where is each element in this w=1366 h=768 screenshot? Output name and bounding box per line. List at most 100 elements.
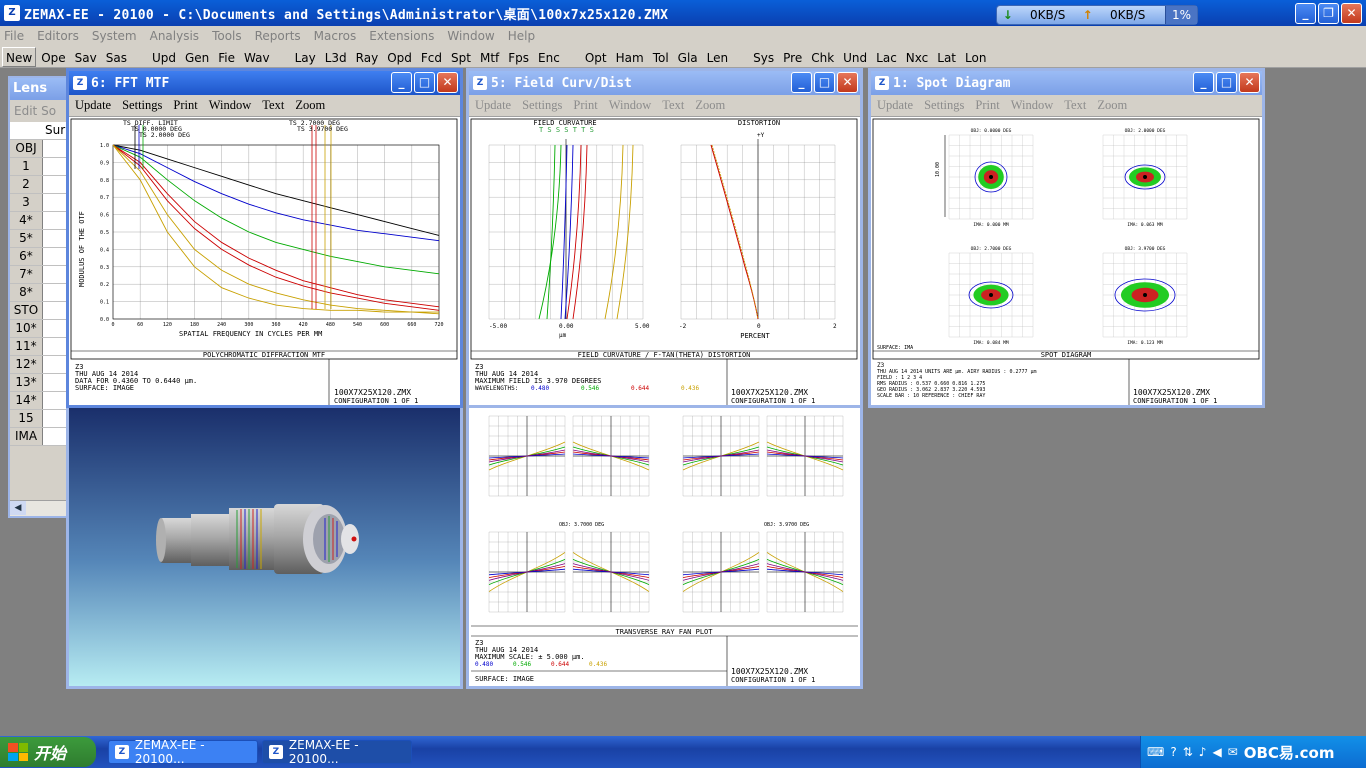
toolbar-tol-button[interactable]: Tol xyxy=(649,47,673,67)
maximize-icon[interactable]: □ xyxy=(814,72,835,93)
toolbar-mtf-button[interactable]: Mtf xyxy=(476,47,503,67)
close-icon[interactable]: ✕ xyxy=(1341,3,1362,24)
network-icon[interactable]: ⇅ xyxy=(1183,745,1193,759)
toolbar-sav-button[interactable]: Sav xyxy=(71,47,101,67)
mtf-window-title-bar[interactable]: Z 6: FFT MTF _ □ ✕ xyxy=(69,71,460,95)
toolbar-lon-button[interactable]: Lon xyxy=(961,47,990,67)
mtf-menu-window[interactable]: Window xyxy=(209,98,252,113)
table-row[interactable]: 15 xyxy=(10,410,68,428)
field-menu-zoom[interactable]: Zoom xyxy=(695,98,725,113)
menu-tools[interactable]: Tools xyxy=(212,29,242,43)
table-row[interactable]: 3 xyxy=(10,194,68,212)
table-row[interactable]: 4* xyxy=(10,212,68,230)
menu-file[interactable]: File xyxy=(4,29,24,43)
spot-menu-update[interactable]: Update xyxy=(877,98,913,113)
maximize-icon[interactable]: □ xyxy=(414,72,435,93)
toolbar-new-button[interactable]: New xyxy=(2,46,37,67)
table-row[interactable]: 14* xyxy=(10,392,68,410)
toolbar-wav-button[interactable]: Wav xyxy=(240,47,274,67)
toolbar-lat-button[interactable]: Lat xyxy=(933,47,960,67)
mtf-window[interactable]: Z 6: FFT MTF _ □ ✕ Update Settings Print Wi… xyxy=(66,68,463,408)
field-menu-window[interactable]: Window xyxy=(609,98,652,113)
mtf-menu-update[interactable]: Update xyxy=(75,98,111,113)
table-row[interactable]: 5* xyxy=(10,230,68,248)
toolbar-l3d-button[interactable]: L3d xyxy=(321,47,351,67)
field-menu-settings[interactable]: Settings xyxy=(522,98,562,113)
toolbar-lac-button[interactable]: Lac xyxy=(872,47,901,67)
mtf-menu-zoom[interactable]: Zoom xyxy=(295,98,325,113)
scroll-left-icon[interactable]: ◀ xyxy=(10,501,26,515)
toolbar-fcd-button[interactable]: Fcd xyxy=(417,47,446,67)
network-monitor[interactable]: ↓ 0KB/S ↑ 0KB/S 1% xyxy=(996,5,1198,25)
toolbar-len-button[interactable]: Len xyxy=(703,47,732,67)
toolbar-sas-button[interactable]: Sas xyxy=(102,47,131,67)
toolbar-chk-button[interactable]: Chk xyxy=(807,47,838,67)
ray-fan-window[interactable]: OBJ: 3.7000 DEG OBJ: 3.9700 DEG TRANSVER… xyxy=(466,408,863,689)
toolbar-pre-button[interactable]: Pre xyxy=(779,47,806,67)
minimize-icon[interactable]: _ xyxy=(391,72,412,93)
table-row[interactable]: 12* xyxy=(10,356,68,374)
field-menu-text[interactable]: Text xyxy=(662,98,684,113)
minimize-icon[interactable]: _ xyxy=(1193,72,1214,93)
toolbar-gen-button[interactable]: Gen xyxy=(181,47,213,67)
toolbar-spt-button[interactable]: Spt xyxy=(447,47,475,67)
mail-icon[interactable]: ✉ xyxy=(1228,745,1238,759)
table-row[interactable]: STO xyxy=(10,302,68,320)
field-menu-print[interactable]: Print xyxy=(573,98,597,113)
field-window-title-bar[interactable]: Z 5: Field Curv/Dist _ □ ✕ xyxy=(469,71,860,95)
spot-menu-window[interactable]: Window xyxy=(1011,98,1054,113)
menu-analysis[interactable]: Analysis xyxy=(150,29,199,43)
spot-diagram-window[interactable]: Z 1: Spot Diagram _ □ ✕ Update Settings Pr… xyxy=(868,68,1265,408)
toolbar-nxc-button[interactable]: Nxc xyxy=(902,47,932,67)
field-curvature-window[interactable]: Z 5: Field Curv/Dist _ □ ✕ Update Setting… xyxy=(466,68,863,408)
toolbar-sys-button[interactable]: Sys xyxy=(749,47,778,67)
maximize-icon[interactable]: □ xyxy=(1216,72,1237,93)
toolbar-gla-button[interactable]: Gla xyxy=(674,47,702,67)
minimize-icon[interactable]: _ xyxy=(1295,3,1316,24)
table-row[interactable]: OBJ xyxy=(10,140,68,158)
minimize-icon[interactable]: _ xyxy=(791,72,812,93)
arrow-left-icon[interactable]: ◀ xyxy=(1212,745,1221,759)
toolbar-ope-button[interactable]: Ope xyxy=(37,47,69,67)
help-icon[interactable]: ? xyxy=(1170,745,1176,759)
spot-menu-settings[interactable]: Settings xyxy=(924,98,964,113)
toolbar-fie-button[interactable]: Fie xyxy=(214,47,239,67)
toolbar-lay-button[interactable]: Lay xyxy=(291,47,320,67)
close-icon[interactable]: ✕ xyxy=(1239,72,1260,93)
table-row[interactable]: 10* xyxy=(10,320,68,338)
start-button[interactable]: 开始 xyxy=(0,737,96,767)
menu-extensions[interactable]: Extensions xyxy=(369,29,434,43)
lens-data-editor-window[interactable]: Lens Edit So Sur OBJ 1 2 3 4* 5* 6* 7* 8* STO 10* 1… xyxy=(8,76,70,518)
toolbar-ham-button[interactable]: Ham xyxy=(612,47,648,67)
table-row[interactable]: 11* xyxy=(10,338,68,356)
field-menu-update[interactable]: Update xyxy=(475,98,511,113)
taskbar-item-zemax-1[interactable]: Z ZEMAX-EE - 20100... xyxy=(108,738,258,766)
menu-editors[interactable]: Editors xyxy=(37,29,79,43)
volume-icon[interactable]: ♪ xyxy=(1199,745,1207,759)
menu-system[interactable]: System xyxy=(92,29,137,43)
menu-macros[interactable]: Macros xyxy=(314,29,357,43)
table-row[interactable]: 7* xyxy=(10,266,68,284)
table-row[interactable]: 2 xyxy=(10,176,68,194)
menu-window[interactable]: Window xyxy=(447,29,494,43)
close-icon[interactable]: ✕ xyxy=(837,72,858,93)
table-row[interactable]: 13* xyxy=(10,374,68,392)
table-row[interactable]: 1 xyxy=(10,158,68,176)
toolbar-opd-button[interactable]: Opd xyxy=(383,47,416,67)
toolbar-upd-button[interactable]: Upd xyxy=(148,47,180,67)
taskbar-item-zemax-2[interactable]: Z ZEMAX-EE - 20100... xyxy=(262,738,412,766)
toolbar-fps-button[interactable]: Fps xyxy=(504,47,533,67)
toolbar-enc-button[interactable]: Enc xyxy=(534,47,564,67)
menu-reports[interactable]: Reports xyxy=(255,29,301,43)
lens-editor-hscroll[interactable]: ◀ xyxy=(10,500,68,516)
spot-menu-text[interactable]: Text xyxy=(1064,98,1086,113)
toolbar-und-button[interactable]: Und xyxy=(839,47,871,67)
menu-so[interactable]: So xyxy=(41,104,56,118)
table-row[interactable]: 6* xyxy=(10,248,68,266)
toolbar-ray-button[interactable]: Ray xyxy=(352,47,383,67)
shaded-model-window[interactable] xyxy=(66,408,463,689)
mtf-menu-settings[interactable]: Settings xyxy=(122,98,162,113)
zemax-icon[interactable]: Z xyxy=(4,5,20,21)
spot-menu-print[interactable]: Print xyxy=(975,98,999,113)
table-row[interactable]: 8* xyxy=(10,284,68,302)
